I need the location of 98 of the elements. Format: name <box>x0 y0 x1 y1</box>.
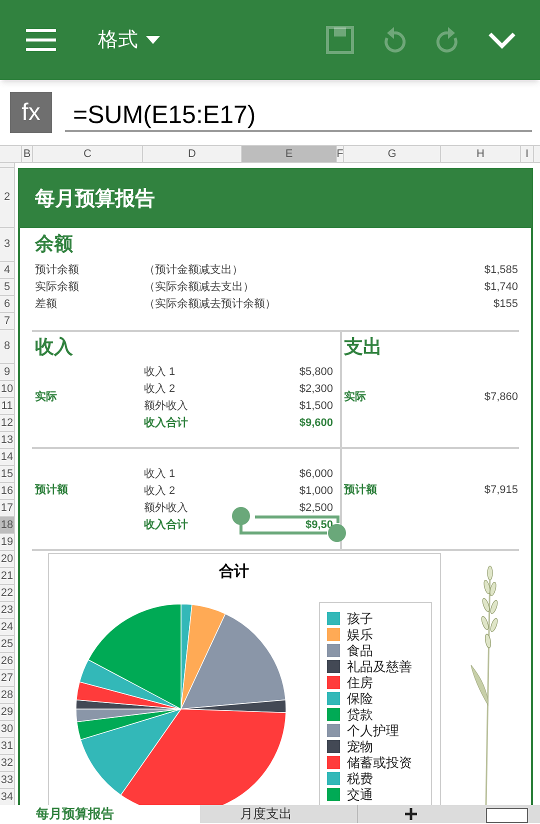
row-header[interactable]: 20 <box>0 551 14 568</box>
formula-field[interactable]: =SUM(E15:E17) <box>65 102 532 132</box>
legend-label: 个人护理 <box>347 724 399 736</box>
item-label: 收入 1 <box>144 365 176 380</box>
legend-label: 税费 <box>347 772 373 784</box>
block-label: 实际 <box>34 390 58 406</box>
row-label: 差额 <box>34 296 58 312</box>
legend-label: 礼品及慈善 <box>347 660 412 672</box>
amount: $7,915 <box>484 483 518 498</box>
row-note: （实际余额减去预计余额） <box>144 296 277 312</box>
block-label: 实际 <box>343 390 367 406</box>
amount: $1,500 <box>299 399 333 414</box>
row-header[interactable]: 9 <box>0 364 14 381</box>
row-header[interactable]: 26 <box>0 653 14 670</box>
row-header[interactable]: 25 <box>0 636 14 653</box>
row-header[interactable]: 7 <box>0 313 14 330</box>
legend-label: 保险 <box>347 692 373 704</box>
legend-label: 娱乐 <box>347 628 373 640</box>
legend-label: 储蓄或投资 <box>347 756 412 768</box>
column-header[interactable]: G <box>344 146 441 162</box>
total-amount: $9,600 <box>299 416 333 432</box>
report-title: 每月预算报告 <box>35 187 155 212</box>
row-header[interactable]: 22 <box>0 585 14 602</box>
row-header[interactable]: 24 <box>0 619 14 636</box>
column-header[interactable]: I <box>521 146 534 162</box>
row-header[interactable]: 14 <box>0 449 14 466</box>
row-header[interactable]: 29 <box>0 704 14 721</box>
row-header[interactable]: 5 <box>0 279 14 296</box>
menu-icon <box>26 29 56 51</box>
row-header[interactable]: 13 <box>0 432 14 449</box>
column-header[interactable]: B <box>22 146 33 162</box>
legend-label: 孩子 <box>347 612 373 624</box>
row-label: 预计余额 <box>34 262 80 278</box>
row-header[interactable]: 27 <box>0 670 14 687</box>
row-header[interactable]: 33 <box>0 772 14 789</box>
row-header[interactable]: 6 <box>0 296 14 313</box>
amount: $7,860 <box>484 390 518 406</box>
row-header[interactable]: 21 <box>0 568 14 585</box>
amount: $1,585 <box>484 263 519 278</box>
total-amount: $9,50 <box>305 518 333 534</box>
row-note: （实际余额减去支出） <box>144 280 255 296</box>
row-header[interactable]: 4 <box>0 262 14 279</box>
amount: $2,300 <box>299 382 333 398</box>
function-label: fx <box>10 92 52 133</box>
row-header[interactable]: 30 <box>0 721 14 738</box>
row-header[interactable]: 32 <box>0 755 14 772</box>
row-header[interactable]: 2 <box>0 168 14 228</box>
sheet-tab[interactable]: 每月预算报告 <box>0 805 200 823</box>
item-label: 额外收入 <box>144 500 189 516</box>
total-label: 收入合计 <box>144 416 189 432</box>
sheet-tab[interactable]: 月度支出 <box>200 805 358 823</box>
chevron-down-icon <box>488 31 516 49</box>
caret-icon <box>146 36 160 44</box>
item-label: 额外收入 <box>144 398 189 414</box>
item-label: 收入 2 <box>144 382 176 398</box>
row-header[interactable]: 8 <box>0 330 14 364</box>
row-header[interactable]: 18 <box>0 517 14 534</box>
amount: $5,800 <box>299 365 333 380</box>
legend-label: 贷款 <box>347 708 373 720</box>
legend-label: 宠物 <box>347 740 373 752</box>
amount: $1,740 <box>484 280 519 296</box>
row-note: （预计金额减支出） <box>144 262 244 278</box>
amount: $1,000 <box>299 484 333 500</box>
row-header[interactable]: 19 <box>0 534 14 551</box>
block-label: 预计额 <box>342 482 378 498</box>
section-heading: 余额 <box>34 232 74 257</box>
save-icon <box>326 26 354 54</box>
block-label: 预计额 <box>34 482 69 498</box>
chart-title: 合计 <box>219 562 249 582</box>
row-header[interactable]: 12 <box>0 415 14 432</box>
column-header[interactable]: E <box>242 146 337 162</box>
total-label: 收入合计 <box>144 518 189 534</box>
row-label: 实际余额 <box>34 280 80 296</box>
row-header[interactable]: 3 <box>0 228 14 262</box>
row-header[interactable]: 31 <box>0 738 14 755</box>
legend-label: 住房 <box>347 676 373 688</box>
column-header[interactable]: F <box>337 146 344 162</box>
section-heading: 支出 <box>342 336 383 360</box>
row-header[interactable]: 15 <box>0 466 14 483</box>
sheet-list-button[interactable] <box>486 808 528 823</box>
item-label: 收入 1 <box>144 467 176 482</box>
add-sheet-button[interactable] <box>402 805 420 823</box>
plus-icon <box>405 808 417 820</box>
row-header[interactable]: 16 <box>0 483 14 500</box>
amount: $2,500 <box>299 501 333 516</box>
format-menu[interactable]: 格式 <box>98 25 160 55</box>
column-header[interactable]: H <box>441 146 521 162</box>
row-header[interactable]: 23 <box>0 602 14 619</box>
legend-label: 食品 <box>347 644 373 656</box>
row-header[interactable]: 10 <box>0 381 14 398</box>
row-header[interactable]: 28 <box>0 687 14 704</box>
amount: $155 <box>494 297 519 312</box>
amount: $6,000 <box>299 467 333 482</box>
row-header[interactable]: 11 <box>0 398 14 415</box>
item-label: 收入 2 <box>144 484 176 500</box>
column-header[interactable]: C <box>33 146 143 162</box>
section-heading: 收入 <box>34 336 74 360</box>
legend-label: 交通 <box>347 788 373 800</box>
